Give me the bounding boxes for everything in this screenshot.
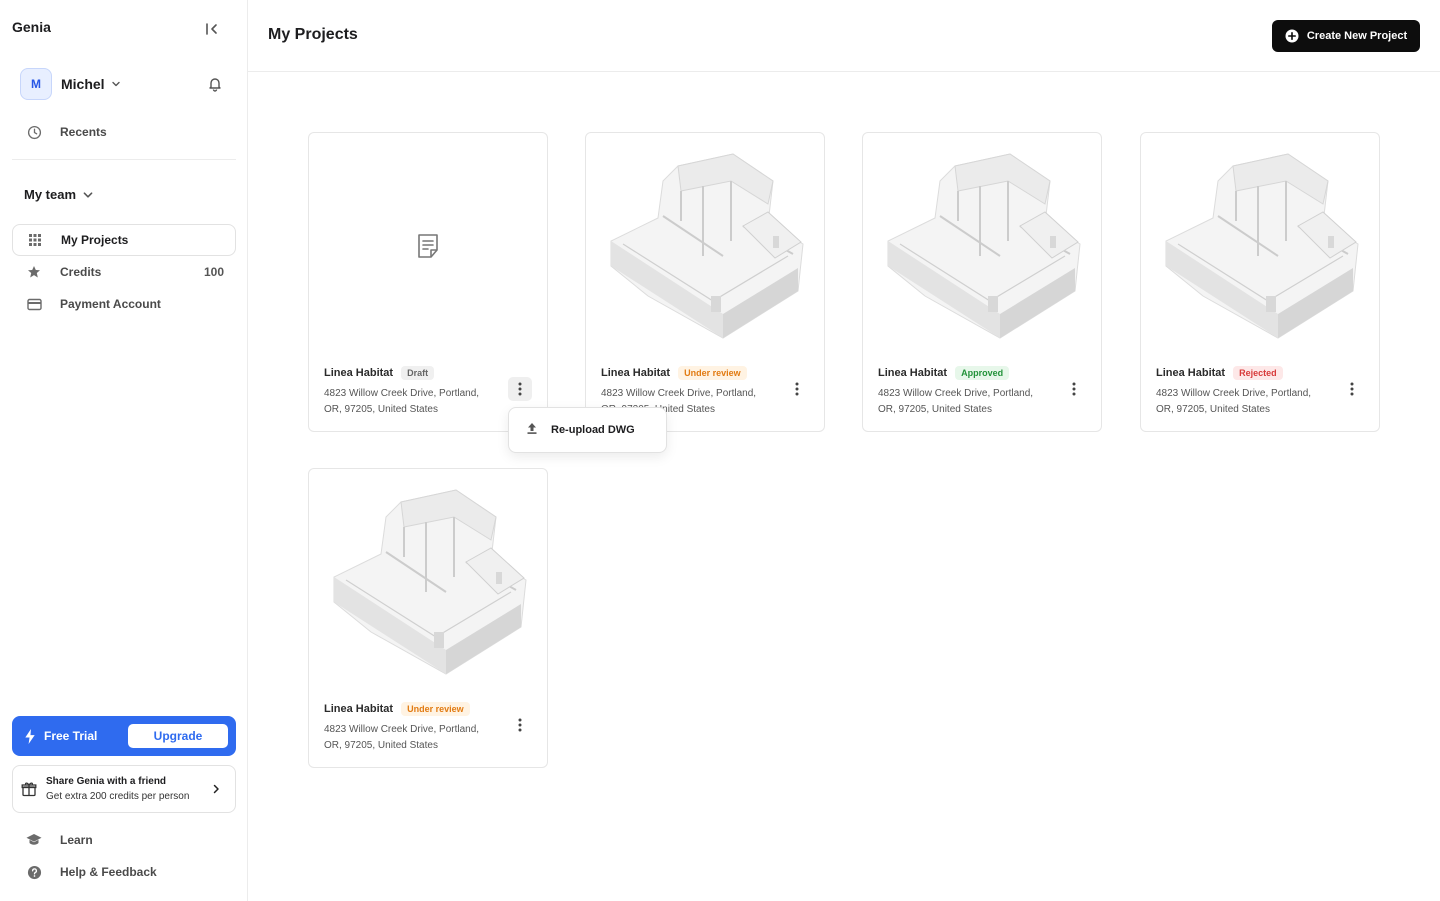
create-new-project-button[interactable]: Create New Project [1272,20,1420,52]
more-options-button[interactable] [785,377,809,401]
project-header: Linea Habitat Under review [324,702,470,716]
status-badge: Under review [401,702,470,716]
star-icon [26,264,42,280]
status-badge: Rejected [1233,366,1283,380]
context-menu: Re-upload DWG [508,407,667,453]
more-options-button[interactable] [1340,377,1364,401]
sidebar-item-my-projects[interactable]: My Projects [12,224,236,256]
status-badge: Draft [401,366,435,380]
upgrade-button[interactable]: Upgrade [128,724,228,748]
upload-icon [525,421,539,440]
create-new-project-label: Create New Project [1306,30,1408,42]
share-title: Share Genia with a friend [46,776,167,787]
address-line: OR, 97205, United States [878,404,992,415]
help-circle-icon [26,864,42,880]
sidebar: Genia M Michel Recents My team My Projec… [0,0,248,901]
gift-icon [21,782,37,797]
project-thumbnail [586,133,824,358]
notifications-button[interactable] [205,74,225,94]
collapse-sidebar-button[interactable] [202,19,222,39]
address-line: 4823 Willow Creek Drive, Portland, [601,388,757,399]
address-line: 4823 Willow Creek Drive, Portland, [878,388,1034,399]
sidebar-item-label: Credits [60,265,102,279]
sidebar-item-label: Help & Feedback [60,865,157,879]
more-options-button[interactable] [1062,377,1086,401]
plus-circle-icon [1285,29,1299,43]
address-line: OR, 97205, United States [324,740,438,751]
project-header: Linea Habitat Draft [324,366,435,380]
grid-icon [27,232,43,248]
kebab-icon [518,382,522,396]
team-selector[interactable]: My team [24,187,94,202]
project-thumbnail [863,133,1101,358]
project-name: Linea Habitat [1156,367,1226,379]
sidebar-item-recents[interactable]: Recents [12,116,236,148]
avatar: M [20,68,52,100]
project-address: 4823 Willow Creek Drive, Portland, OR, 97… [324,722,504,754]
clock-icon [26,124,42,140]
kebab-icon [518,718,522,732]
chevron-down-icon [111,79,121,89]
credit-card-icon [26,296,42,312]
menu-item-reupload-dwg[interactable]: Re-upload DWG [551,424,635,436]
sidebar-item-learn[interactable]: Learn [12,824,236,856]
credits-count: 100 [203,265,224,279]
project-address: 4823 Willow Creek Drive, Portland, OR, 97… [324,386,504,418]
project-name: Linea Habitat [324,367,394,379]
share-genia-card[interactable]: Share Genia with a friend Get extra 200 … [12,765,236,813]
project-name: Linea Habitat [601,367,671,379]
bell-icon [209,78,221,92]
project-card[interactable]: Linea Habitat Under review 4823 Willow Cre… [308,468,548,768]
brand-logo: Genia [12,19,51,35]
address-line: 4823 Willow Creek Drive, Portland, [1156,388,1312,399]
lightning-icon [25,728,35,744]
more-options-button[interactable] [508,713,532,737]
user-name: Michel [61,76,105,92]
project-name: Linea Habitat [324,703,394,715]
project-name: Linea Habitat [878,367,948,379]
sidebar-item-label: Learn [60,833,93,847]
more-options-button[interactable] [508,377,532,401]
free-trial-banner: Free Trial Upgrade [12,716,236,756]
address-line: 4823 Willow Creek Drive, Portland, [324,388,480,399]
sidebar-item-label: Recents [60,125,107,139]
document-placeholder-icon [309,133,547,358]
project-thumbnail [309,469,547,694]
project-card[interactable]: Linea Habitat Under review 4823 Willow Cre… [585,132,825,432]
project-card[interactable]: Linea Habitat Rejected 4823 Willow Creek D… [1140,132,1380,432]
sidebar-item-credits[interactable]: Credits 100 [12,256,236,288]
project-card[interactable]: Linea Habitat Approved 4823 Willow Creek D… [862,132,1102,432]
team-label: My team [24,187,77,202]
sidebar-item-label: Payment Account [60,297,161,311]
project-address: 4823 Willow Creek Drive, Portland, OR, 97… [1156,386,1336,418]
project-thumbnail [1141,133,1379,358]
collapse-icon [206,23,217,35]
sidebar-item-help-feedback[interactable]: Help & Feedback [12,856,236,888]
top-bar: My Projects Create New Project [248,0,1440,72]
chevron-right-icon [211,782,221,800]
project-header: Linea Habitat Rejected [1156,366,1283,380]
free-trial-label: Free Trial [44,729,98,743]
sidebar-item-label: My Projects [61,233,129,247]
kebab-icon [795,382,799,396]
kebab-icon [1072,382,1076,396]
address-line: OR, 97205, United States [1156,404,1270,415]
user-menu[interactable]: M Michel [20,68,121,100]
project-header: Linea Habitat Approved [878,366,1010,380]
address-line: OR, 97205, United States [324,404,438,415]
page-title: My Projects [268,26,358,43]
divider [12,159,236,160]
project-header: Linea Habitat Under review [601,366,747,380]
status-badge: Under review [678,366,747,380]
project-card[interactable]: Linea Habitat Draft 4823 Willow Creek Driv… [308,132,548,432]
sidebar-item-payment-account[interactable]: Payment Account [12,288,236,320]
kebab-icon [1350,382,1354,396]
share-subtitle: Get extra 200 credits per person [46,791,190,802]
chevron-down-icon [82,189,94,201]
status-badge: Approved [955,366,1010,380]
graduation-cap-icon [26,832,42,848]
address-line: 4823 Willow Creek Drive, Portland, [324,724,480,735]
project-address: 4823 Willow Creek Drive, Portland, OR, 97… [878,386,1058,418]
